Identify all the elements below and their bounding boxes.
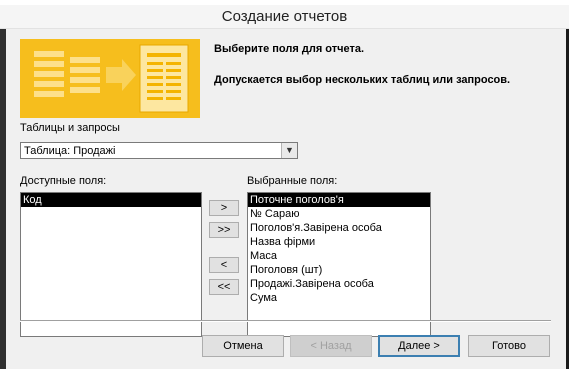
next-button[interactable]: Далее > — [378, 335, 460, 357]
tables-combobox-value: Таблица: Продажі — [24, 145, 116, 157]
available-fields-label: Доступные поля: — [20, 175, 107, 187]
list-item[interactable]: Код — [21, 193, 201, 207]
selected-fields-list[interactable]: Поточне поголов'я № Сараю Поголов'я.Заві… — [247, 192, 431, 337]
list-item[interactable]: Маса — [248, 249, 430, 263]
instruction-text-2: Допускается выбор нескольких таблиц или … — [214, 74, 511, 86]
finish-button[interactable]: Готово — [468, 335, 550, 357]
remove-all-fields-button[interactable]: << — [209, 279, 239, 295]
tables-label: Таблицы и запросы — [20, 122, 120, 134]
wizard-illustration — [20, 39, 200, 118]
report-wizard-dialog: Создание отчетов Выберите поля для отчет… — [0, 5, 569, 369]
remove-field-button[interactable]: < — [209, 257, 239, 273]
tables-combobox[interactable]: Таблица: Продажі ▼ — [20, 142, 298, 159]
left-border — [0, 29, 6, 369]
chevron-down-icon[interactable]: ▼ — [281, 143, 297, 158]
available-fields-list[interactable]: Код — [20, 192, 202, 337]
list-item[interactable]: Поточне поголов'я — [248, 193, 430, 207]
cancel-button[interactable]: Отмена — [202, 335, 284, 357]
list-item[interactable]: Назва фірми — [248, 235, 430, 249]
list-item[interactable]: Продажі.Завірена особа — [248, 277, 430, 291]
list-item[interactable]: № Сараю — [248, 207, 430, 221]
list-item[interactable]: Сума — [248, 291, 430, 305]
add-all-fields-button[interactable]: >> — [209, 222, 239, 238]
dialog-content: Выберите поля для отчета. Допускается вы… — [0, 29, 569, 369]
button-separator — [20, 320, 551, 322]
add-field-button[interactable]: > — [209, 200, 239, 216]
instruction-text-1: Выберите поля для отчета. — [214, 43, 365, 55]
back-button[interactable]: < Назад — [290, 335, 372, 357]
list-item[interactable]: Поголов'я.Завірена особа — [248, 221, 430, 235]
dialog-title: Создание отчетов — [0, 5, 569, 29]
selected-fields-label: Выбранные поля: — [247, 175, 338, 187]
list-item[interactable]: Поголовя (шт) — [248, 263, 430, 277]
